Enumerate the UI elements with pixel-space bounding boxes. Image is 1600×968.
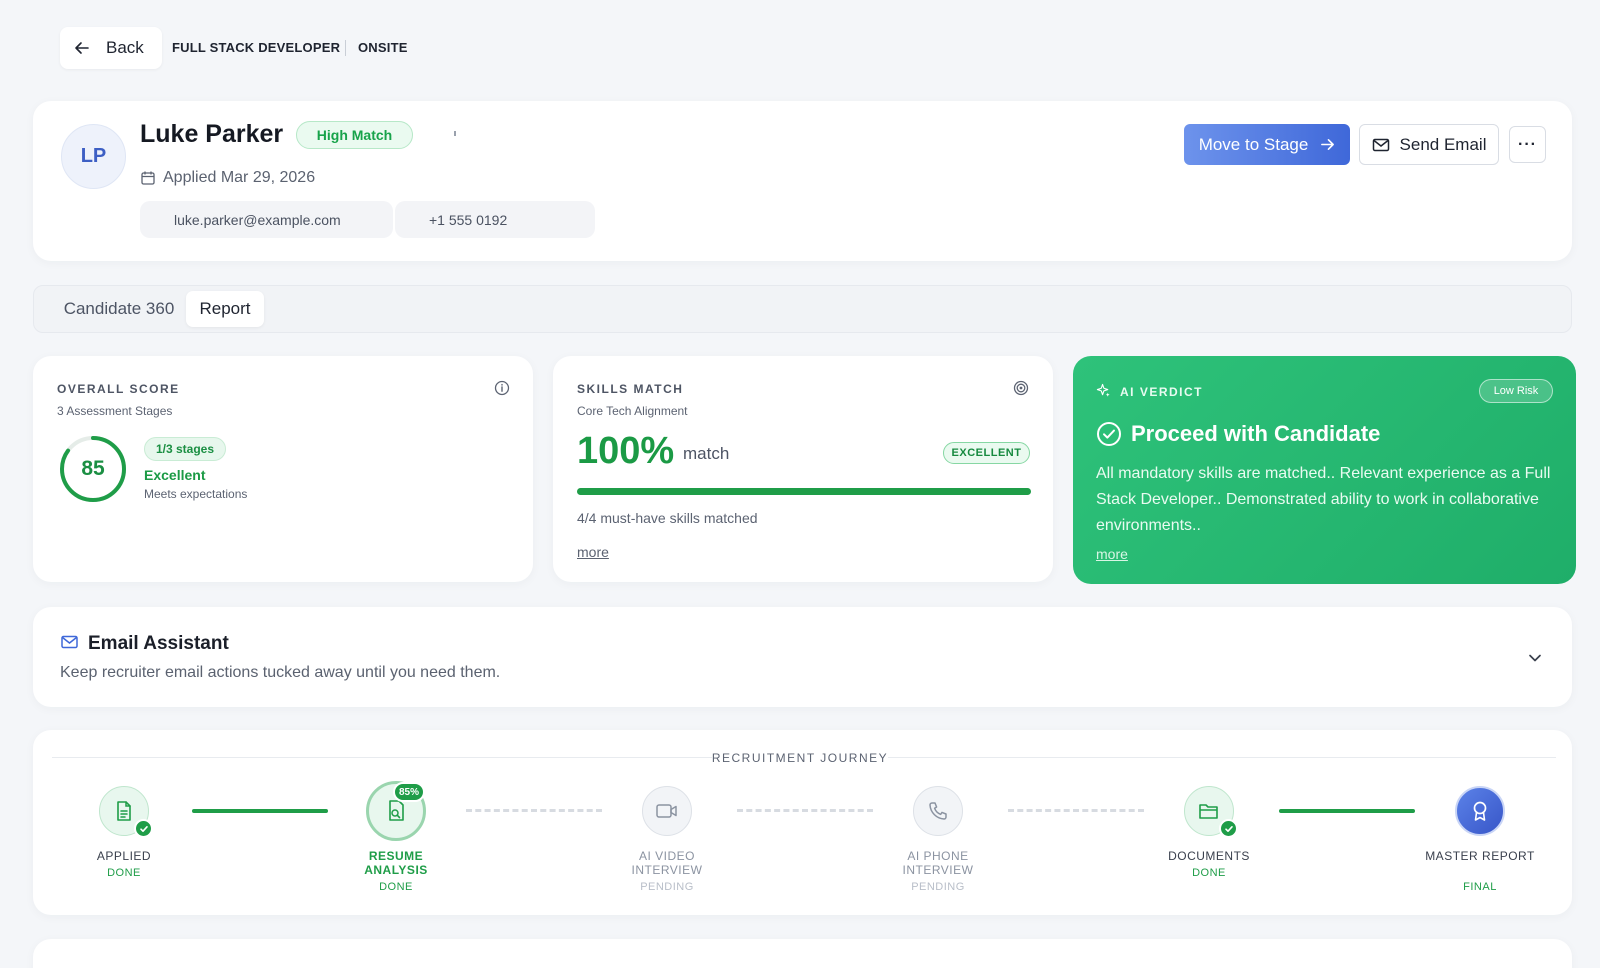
award-icon bbox=[1473, 801, 1487, 821]
folder-icon bbox=[1199, 804, 1218, 819]
target-icon bbox=[1013, 380, 1029, 401]
step-status: DONE bbox=[107, 867, 141, 879]
more-actions-button[interactable]: ··· bbox=[1509, 126, 1546, 163]
arrow-right-icon bbox=[1321, 139, 1335, 150]
skills-match-subtitle: Core Tech Alignment bbox=[577, 404, 688, 418]
check-icon bbox=[1219, 819, 1238, 838]
skills-percent: 100% bbox=[577, 430, 675, 472]
journey-connector-pending bbox=[466, 809, 602, 812]
skills-more-link[interactable]: more bbox=[577, 544, 609, 560]
applied-date: Applied Mar 29, 2026 bbox=[140, 169, 315, 187]
more-dots-icon: ··· bbox=[1518, 135, 1537, 153]
next-section-card bbox=[33, 939, 1572, 968]
phone-chip[interactable]: +1 555 0192 bbox=[395, 201, 595, 238]
sparkle-icon bbox=[1096, 383, 1111, 403]
verdict-headline: Proceed with Candidate bbox=[1131, 421, 1381, 446]
mail-icon bbox=[1372, 138, 1389, 151]
score-value: 85 bbox=[81, 457, 105, 480]
info-icon[interactable] bbox=[494, 380, 510, 401]
journey-connector-pending bbox=[1008, 809, 1144, 812]
job-title: FULL STACK DEVELOPER bbox=[172, 40, 341, 55]
step-ai-phone-interview[interactable] bbox=[913, 786, 963, 836]
step-label: AI PHONE INTERVIEW bbox=[902, 849, 974, 877]
move-label: Move to Stage bbox=[1198, 134, 1309, 154]
verdict-more-link[interactable]: more bbox=[1096, 546, 1128, 562]
journey-connector-pending bbox=[737, 809, 873, 812]
arrow-left-icon bbox=[75, 42, 89, 54]
score-rating: Excellent bbox=[144, 467, 206, 483]
calendar-icon bbox=[141, 171, 155, 185]
dot-marker bbox=[454, 131, 456, 136]
verdict-text: All mandatory skills are matched.. Relev… bbox=[1096, 465, 1551, 534]
email-text: luke.parker@example.com bbox=[174, 211, 341, 228]
step-status: DONE bbox=[1192, 867, 1226, 879]
tab-report[interactable]: Report bbox=[186, 291, 264, 327]
avatar: LP bbox=[61, 124, 126, 189]
journey-connector-done bbox=[1279, 809, 1415, 813]
step-status: PENDING bbox=[640, 881, 694, 893]
step-label: DOCUMENTS bbox=[1168, 849, 1250, 863]
breadcrumb-divider bbox=[345, 40, 346, 56]
mail-icon bbox=[60, 634, 79, 655]
overall-score-title: OVERALL SCORE bbox=[57, 382, 180, 396]
journey-connector-done bbox=[192, 809, 328, 813]
skills-match-title: SKILLS MATCH bbox=[577, 382, 684, 396]
step-master-report[interactable] bbox=[1455, 786, 1505, 836]
check-circle-icon bbox=[1096, 421, 1122, 452]
video-icon bbox=[656, 804, 677, 818]
send-email-button[interactable]: Send Email bbox=[1359, 124, 1499, 165]
tab-candidate-360[interactable]: Candidate 360 bbox=[44, 291, 194, 327]
candidate-name: Luke Parker bbox=[140, 120, 284, 148]
match-word: match bbox=[683, 444, 730, 463]
job-stage: ONSITE bbox=[358, 40, 408, 55]
score-rating-note: Meets expectations bbox=[144, 487, 248, 501]
step-label: AI VIDEO INTERVIEW bbox=[631, 849, 703, 877]
skills-badge: EXCELLENT bbox=[943, 442, 1030, 464]
stages-pill: 1/3 stages bbox=[144, 437, 226, 461]
step-status: PENDING bbox=[911, 881, 965, 893]
match-badge: High Match bbox=[296, 121, 413, 149]
step-label: RESUME ANALYSIS bbox=[364, 849, 428, 877]
applied-text: Applied Mar 29, 2026 bbox=[163, 169, 316, 186]
phone-icon bbox=[929, 802, 947, 820]
send-email-label: Send Email bbox=[1399, 134, 1487, 154]
step-status: DONE bbox=[379, 881, 413, 893]
email-chip[interactable]: luke.parker@example.com bbox=[140, 201, 393, 238]
back-button[interactable]: Back bbox=[60, 27, 162, 69]
phone-text: +1 555 0192 bbox=[429, 211, 508, 228]
document-icon bbox=[117, 801, 131, 821]
move-to-stage-button[interactable]: Move to Stage bbox=[1184, 124, 1350, 165]
step-ai-video-interview[interactable] bbox=[642, 786, 692, 836]
skills-summary: 4/4 must-have skills matched bbox=[577, 510, 758, 526]
journey-title: RECRUITMENT JOURNEY bbox=[711, 751, 889, 765]
step-status: FINAL bbox=[1463, 881, 1497, 893]
email-assistant-subtitle: Keep recruiter email actions tucked away… bbox=[60, 664, 501, 681]
skills-progress-fill bbox=[577, 488, 1031, 495]
step-score-badge: 85% bbox=[393, 782, 425, 802]
back-label: Back bbox=[106, 38, 144, 57]
risk-badge: Low Risk bbox=[1479, 379, 1553, 403]
check-icon bbox=[134, 819, 153, 838]
ai-verdict-title: AI VERDICT bbox=[1120, 385, 1204, 399]
email-assistant-card[interactable] bbox=[33, 607, 1572, 707]
overall-score-subtitle: 3 Assessment Stages bbox=[57, 404, 173, 418]
email-assistant-title: Email Assistant bbox=[88, 633, 229, 654]
chevron-down-icon[interactable] bbox=[1528, 650, 1542, 668]
step-label: APPLIED bbox=[96, 849, 152, 863]
resume-search-icon bbox=[389, 800, 404, 821]
step-label: MASTER REPORT bbox=[1425, 849, 1535, 863]
